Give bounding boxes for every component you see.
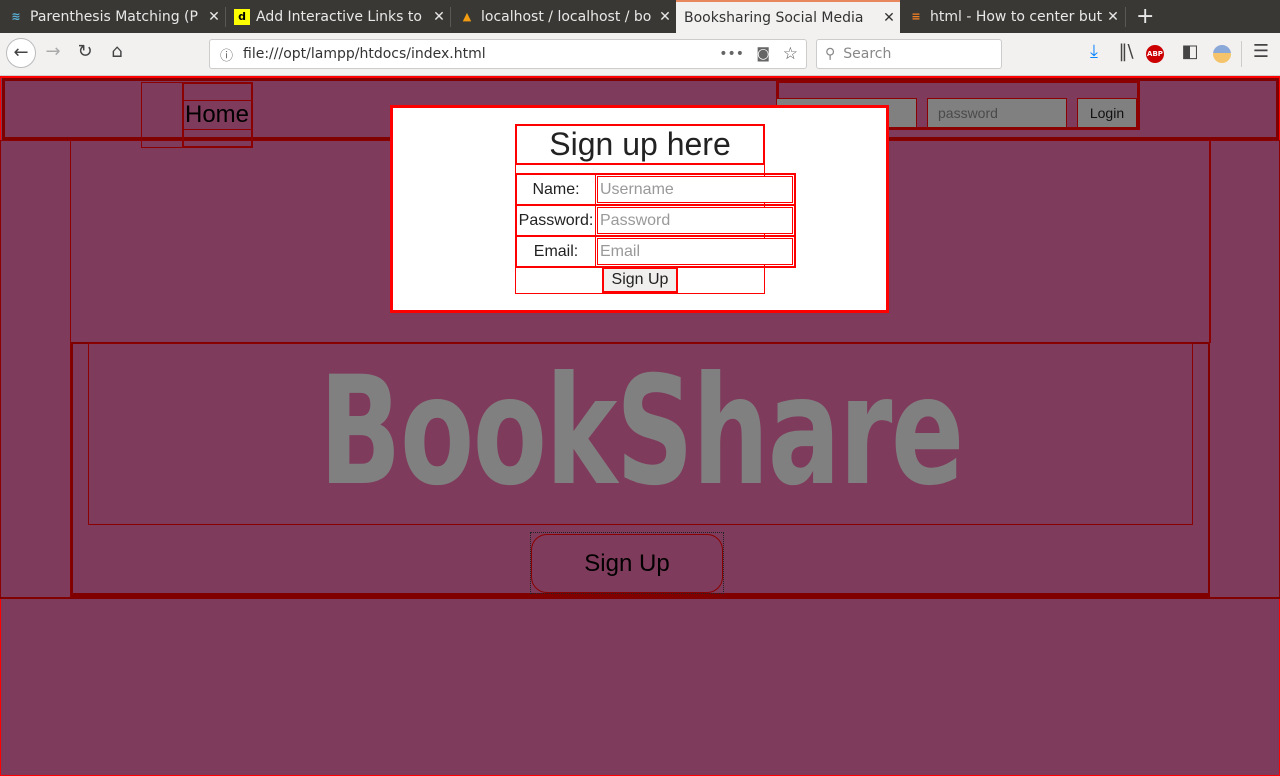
bookshare-logo: BookShare — [318, 345, 964, 519]
name-label: Name: — [516, 174, 596, 205]
hero-signup-button[interactable]: Sign Up — [531, 534, 723, 593]
left-column — [0, 140, 71, 598]
password-input[interactable]: Password — [595, 205, 795, 236]
tab-label: Booksharing Social Media — [684, 9, 864, 26]
username-input[interactable]: Username — [595, 174, 795, 205]
more-icon[interactable]: ••• — [719, 46, 744, 62]
close-icon[interactable]: ✕ — [1102, 9, 1124, 25]
url-text: file:///opt/lampp/htdocs/index.html — [243, 46, 486, 62]
pocket-icon[interactable]: ◙ — [756, 46, 770, 62]
info-icon[interactable]: ⓘ — [220, 45, 233, 64]
right-column — [1209, 140, 1280, 598]
menu-icon[interactable]: ☰ — [1248, 41, 1274, 62]
back-icon[interactable]: ← — [6, 38, 36, 68]
close-icon[interactable]: ✕ — [654, 9, 676, 25]
nav-home-link[interactable]: Home — [182, 100, 252, 130]
tab-label: localhost / localhost / bo — [481, 8, 652, 25]
tab-label: Parenthesis Matching (P — [30, 8, 198, 25]
bookmark-star-icon[interactable]: ☆ — [783, 44, 798, 64]
stackoverflow-icon: ≡ — [911, 10, 921, 23]
profile-icon[interactable] — [1213, 45, 1231, 63]
divider — [0, 597, 1280, 599]
close-icon[interactable]: ✕ — [428, 9, 450, 25]
nav-toolbar: ← → ↻ ⌂ ⓘ file:///opt/lampp/htdocs/index… — [0, 33, 1280, 76]
stack-icon: ≋ — [11, 10, 21, 23]
tab-booksharing[interactable]: Booksharing Social Media ✕ — [676, 0, 900, 33]
close-icon[interactable]: ✕ — [203, 9, 225, 25]
login-password-input[interactable]: password — [927, 98, 1067, 128]
email-input[interactable]: Email — [595, 236, 795, 267]
download-icon[interactable]: ⤓ — [1081, 41, 1107, 62]
forward-icon[interactable]: → — [40, 41, 66, 62]
nav-container — [141, 82, 183, 148]
tab-label: html - How to center but — [930, 8, 1102, 25]
sidebar-icon[interactable]: ◧ — [1177, 41, 1203, 62]
tab-bar: ≋ Parenthesis Matching (P ✕ d Add Intera… — [0, 0, 1280, 33]
adblock-icon[interactable]: ABP — [1146, 45, 1164, 63]
search-input[interactable]: ⚲ Search — [816, 39, 1002, 69]
home-icon[interactable]: ⌂ — [104, 41, 130, 62]
signup-submit-button[interactable]: Sign Up — [602, 267, 678, 293]
signup-title: Sign up here — [515, 124, 765, 165]
login-button[interactable]: Login — [1077, 98, 1137, 128]
d-icon: d — [234, 8, 250, 25]
reload-icon[interactable]: ↻ — [72, 41, 98, 62]
search-placeholder: Search — [843, 46, 892, 62]
tab-label: Add Interactive Links to — [256, 8, 422, 25]
new-tab-button[interactable]: + — [1128, 0, 1154, 33]
phpmyadmin-icon: ▲ — [462, 10, 472, 23]
tab-stackoverflow[interactable]: ≡ html - How to center but ✕ — [900, 0, 1124, 33]
library-icon[interactable]: ‖\ — [1113, 41, 1139, 62]
search-icon: ⚲ — [825, 46, 836, 62]
email-label: Email: — [516, 236, 596, 267]
logo-container: BookShare — [88, 343, 1193, 525]
close-icon[interactable]: ✕ — [878, 10, 900, 26]
tab-parenthesis-matching[interactable]: ≋ Parenthesis Matching (P ✕ — [0, 0, 225, 33]
tab-phpmyadmin[interactable]: ▲ localhost / localhost / bo ✕ — [451, 0, 676, 33]
tab-add-interactive-links[interactable]: d Add Interactive Links to ✕ — [226, 0, 450, 33]
password-label: Password: — [516, 205, 596, 236]
url-bar[interactable]: ⓘ file:///opt/lampp/htdocs/index.html ••… — [209, 39, 807, 69]
